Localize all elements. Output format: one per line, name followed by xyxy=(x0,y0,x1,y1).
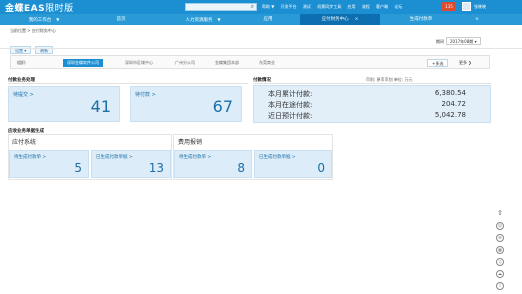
search-input[interactable]: ⌕ xyxy=(185,3,257,11)
fund-row: 本月累计付款: 6,380.54 xyxy=(260,89,486,99)
fund-value: 204.72 xyxy=(441,100,467,108)
org-tab-shenzhen-kingdee[interactable]: 深圳金蝶软件公司 xyxy=(63,59,103,67)
multi-select-button[interactable]: +多选 xyxy=(427,59,449,67)
fund-row: 本月在途付款: 204.72 xyxy=(260,100,486,110)
divider xyxy=(253,83,491,84)
fund-label: 近日预计付款: xyxy=(268,112,313,120)
card-label: 已生成付款单据 > xyxy=(96,155,133,160)
fund-value: 6,380.54 xyxy=(434,89,466,97)
tab-generate-payment[interactable]: 生成付款单 xyxy=(384,14,458,25)
nav-workbench[interactable]: 我的工作台 ▼ xyxy=(8,14,80,25)
nav-label: 生成付款单 xyxy=(409,17,433,22)
headset-icon[interactable]: ♫ xyxy=(496,258,504,266)
arrow-up-icon[interactable]: ⇧ xyxy=(496,210,504,218)
nav-home[interactable]: 首页 xyxy=(85,14,157,25)
period-label: 期间 xyxy=(436,39,444,44)
top-link-dev[interactable]: 开发平台 xyxy=(281,4,297,9)
card-value: 5 xyxy=(74,161,82,175)
notification-badge[interactable]: 135 xyxy=(442,2,456,11)
fund-value: 5,042.78 xyxy=(434,111,466,119)
top-link-forum[interactable]: 论坛 xyxy=(394,4,402,9)
period-value: 2017年08期 xyxy=(450,39,474,44)
period-select[interactable]: 2017年08期 ▾ xyxy=(446,37,481,45)
top-link-client[interactable]: 客户端 xyxy=(376,4,388,9)
more-button[interactable]: 更多 ❯ xyxy=(459,59,472,67)
group-title-ap: 应付系统 xyxy=(12,139,37,146)
main-nav: 我的工作台 ▼ 首页 人力资源服务 ▼ 应用 应付财务中心 × 生成付款单 × xyxy=(0,14,522,25)
right-toolbar: ⇧ ☺ ✉ ▦ ♫ ☁ i xyxy=(494,210,506,294)
top-link-app[interactable]: 应用 xyxy=(347,4,355,9)
avatar[interactable] xyxy=(462,2,471,11)
nav-hr[interactable]: 人力资源服务 ▼ xyxy=(162,14,244,25)
info-icon[interactable]: i xyxy=(496,282,504,290)
org-tab-group-hq[interactable]: 金蝶集团本部 xyxy=(215,59,239,67)
top-bar: 金蝶EAS限时版 ⌕ 帮助 ▼ 开发平台 测试 机票同步工具 应用 流程 客户端… xyxy=(0,0,522,14)
breadcrumb: 当前位置 > 应付财务中心 xyxy=(10,28,56,33)
brand-suffix: 限时版 xyxy=(45,4,74,14)
nav-label: 人力资源服务 xyxy=(185,18,213,23)
top-link-help[interactable]: 帮助 ▼ xyxy=(262,4,274,9)
card-label: 已生成付款单据 > xyxy=(259,155,296,160)
org-tab-dongguan[interactable]: 东莞商业 xyxy=(259,59,275,67)
tab-payable-center[interactable]: 应付财务中心 × xyxy=(300,14,380,25)
nav-label: 应付财务中心 xyxy=(321,17,349,22)
fund-label: 本月在途付款: xyxy=(268,101,313,109)
kpi-pending-payment[interactable]: 待付款 > 67 xyxy=(130,86,242,122)
card-expense-generated[interactable]: 已生成付款单据 > 0 xyxy=(254,150,332,178)
chevron-down-icon: ▼ xyxy=(217,17,221,22)
fund-label: 本月累计付款: xyxy=(268,90,313,98)
period-selector: 期间 2017年08期 ▾ xyxy=(436,37,481,45)
card-value: 0 xyxy=(317,161,325,175)
card-label: 待生成付款单 > xyxy=(179,155,212,160)
person-icon[interactable]: ☺ xyxy=(496,222,504,230)
top-links: 帮助 ▼ 开发平台 测试 机票同步工具 应用 流程 客户端 论坛 xyxy=(262,4,407,10)
card-label: 待生成付款单 > xyxy=(14,155,47,160)
kpi-value: 41 xyxy=(90,97,111,116)
card-value: 8 xyxy=(237,161,245,175)
top-link-flow[interactable]: 流程 xyxy=(362,4,370,9)
nav-apps[interactable]: 应用 xyxy=(248,14,288,25)
chat-icon[interactable]: ☁ xyxy=(496,270,504,278)
card-value: 13 xyxy=(148,161,164,175)
top-link-test[interactable]: 测试 xyxy=(303,4,311,9)
brand-name: 金蝶EAS xyxy=(5,4,46,14)
user-name[interactable]: 张晓晓 xyxy=(474,4,486,10)
nav-label: 首页 xyxy=(116,17,126,22)
search-icon[interactable]: ⌕ xyxy=(251,4,254,10)
org-label: 组织: xyxy=(17,60,27,65)
nav-label: 应用 xyxy=(263,17,273,22)
group-title-expense: 费用报销 xyxy=(178,139,203,146)
top-link-tool[interactable]: 机票同步工具 xyxy=(317,4,341,9)
card-ap-pending[interactable]: 待生成付款单 > 5 xyxy=(9,150,89,178)
divider xyxy=(8,83,248,84)
card-ap-generated[interactable]: 已生成付款单据 > 13 xyxy=(91,150,171,178)
close-icon[interactable]: × xyxy=(470,14,484,25)
kpi-label: 待提交 > xyxy=(13,92,34,98)
nav-label: 我的工作台 xyxy=(28,18,52,23)
kpi-pending-submit[interactable]: 待提交 > 41 xyxy=(8,86,120,122)
brand-logo: 金蝶EAS限时版 xyxy=(5,1,74,14)
card-expense-pending[interactable]: 待生成付款单 > 8 xyxy=(174,150,252,178)
chevron-down-icon: ▼ xyxy=(56,17,60,22)
close-icon[interactable]: × xyxy=(355,17,359,22)
kpi-value: 67 xyxy=(212,97,233,116)
message-icon[interactable]: ✉ xyxy=(496,234,504,242)
toolbar: 设置 ▾ 刷新 xyxy=(10,37,57,56)
kpi-label: 待付款 > xyxy=(135,92,156,98)
divider xyxy=(0,48,522,49)
fund-row: 近日预计付款: 5,042.78 xyxy=(260,111,486,121)
org-tab-shenzhen-region[interactable]: 深圳市区域中心 xyxy=(125,59,153,67)
fund-panel: 本月累计付款: 6,380.54 本月在途付款: 204.72 近日预计付款: 5,0… xyxy=(253,85,491,123)
org-filter-bar: 组织: 深圳金蝶软件公司 深圳市区域中心 广州分公司 金蝶集团本部 东莞商业 +… xyxy=(10,55,490,69)
calendar-icon[interactable]: ▦ xyxy=(496,246,504,254)
chevron-down-icon: ▾ xyxy=(474,39,477,44)
org-tab-guangzhou[interactable]: 广州分公司 xyxy=(175,59,195,67)
